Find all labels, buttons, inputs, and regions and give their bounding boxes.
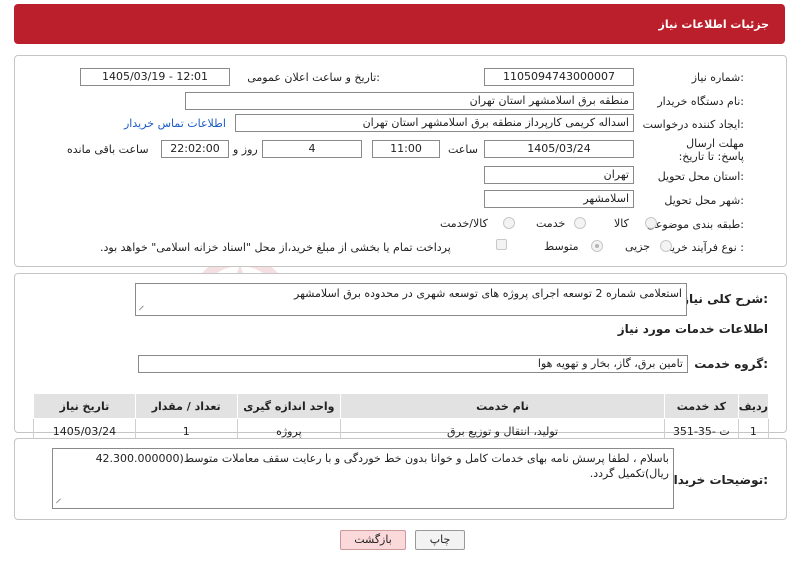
contact-link[interactable]: اطلاعات تماس خریدار bbox=[124, 117, 226, 130]
services-table: ردیف کد خدمت نام خدمت واحد اندازه گیری ت… bbox=[33, 393, 770, 444]
category-radio-goods-service[interactable] bbox=[503, 217, 515, 229]
process-option-minor: جزیی bbox=[625, 240, 651, 253]
days-label: روز و bbox=[233, 143, 258, 156]
announce-field: 1405/03/19 - 12:01 bbox=[80, 68, 230, 86]
remaining-time-field: 22:02:00 bbox=[161, 140, 229, 158]
deadline-date-value: 1405/03/24 bbox=[527, 142, 591, 155]
summary-text: استعلامی شماره 2 توسعه اجرای پروژه های ت… bbox=[294, 287, 682, 300]
announce-value: 1405/03/19 - 12:01 bbox=[101, 70, 209, 83]
category-label: طبقه بندی موضوعی: bbox=[646, 218, 744, 231]
process-option-medium: متوسط bbox=[544, 240, 579, 253]
creator-label: ایجاد کننده درخواست: bbox=[642, 118, 744, 131]
remaining-label: ساعت باقی مانده bbox=[67, 143, 149, 156]
service-group-value: تامین برق، گاز، بخار و تهویه هوا bbox=[537, 357, 683, 370]
service-group-label: گروه خدمت: bbox=[694, 357, 768, 371]
process-radio-minor[interactable] bbox=[660, 240, 672, 252]
header-panel: جزئیات اطلاعات نیاز bbox=[14, 4, 785, 44]
services-section-title: اطلاعات خدمات مورد نیاز bbox=[617, 322, 768, 336]
process-label: نوع فرآیند خرید : bbox=[666, 241, 744, 254]
category-radio-service[interactable] bbox=[574, 217, 586, 229]
buyer-notes-textarea[interactable]: باسلام ، لطفا پرسش نامه بهای خدمات کامل … bbox=[52, 448, 674, 509]
buyer-org-field: منطقه برق اسلامشهر استان تهران bbox=[185, 92, 634, 110]
category-option-service: خدمت bbox=[536, 217, 566, 230]
deadline-time-field: 11:00 bbox=[372, 140, 440, 158]
city-field: اسلامشهر bbox=[484, 190, 634, 208]
buyer-notes-label: توضیحات خریدار: bbox=[666, 473, 768, 487]
need-number-field: 1105094743000007 bbox=[484, 68, 634, 86]
col-row-number: ردیف bbox=[737, 393, 770, 419]
services-table-header: ردیف کد خدمت نام خدمت واحد اندازه گیری ت… bbox=[33, 393, 770, 419]
province-label: استان محل تحویل: bbox=[657, 170, 744, 183]
days-field: 4 bbox=[262, 140, 362, 158]
category-option-goods-service: کالا/خدمت bbox=[440, 217, 488, 230]
print-button[interactable]: چاپ bbox=[415, 530, 465, 550]
creator-value: اسداله کریمی کارپرداز منطقه برق اسلامشهر… bbox=[362, 116, 629, 129]
page-title: جزئیات اطلاعات نیاز bbox=[658, 18, 770, 31]
category-radio-goods[interactable] bbox=[645, 217, 657, 229]
treasury-payment-checkbox[interactable] bbox=[496, 239, 507, 250]
deadline-label: مهلت ارسال پاسخ: تا تاریخ: bbox=[678, 137, 744, 163]
city-label: شهر محل تحویل: bbox=[664, 194, 744, 207]
buyer-org-label: نام دستگاه خریدار: bbox=[657, 95, 744, 108]
buyer-org-value: منطقه برق اسلامشهر استان تهران bbox=[469, 94, 629, 107]
buyer-notes-text: باسلام ، لطفا پرسش نامه بهای خدمات کامل … bbox=[95, 452, 669, 480]
announce-label: تاریخ و ساعت اعلان عمومی: bbox=[247, 71, 380, 84]
col-need-date: تاریخ نیاز bbox=[33, 393, 136, 419]
col-quantity: تعداد / مقدار bbox=[134, 393, 238, 419]
summary-textarea[interactable]: استعلامی شماره 2 توسعه اجرای پروژه های ت… bbox=[135, 283, 687, 316]
back-button[interactable]: بازگشت bbox=[340, 530, 406, 550]
deadline-date-field: 1405/03/24 bbox=[484, 140, 634, 158]
creator-field: اسداله کریمی کارپرداز منطقه برق اسلامشهر… bbox=[235, 114, 634, 132]
col-service-code: کد خدمت bbox=[663, 393, 739, 419]
days-value: 4 bbox=[308, 142, 316, 155]
service-group-field: تامین برق، گاز، بخار و تهویه هوا bbox=[138, 355, 688, 373]
deadline-time-value: 11:00 bbox=[390, 142, 422, 155]
need-number-label: شماره نیاز: bbox=[691, 71, 744, 84]
deadline-time-label: ساعت bbox=[448, 143, 478, 156]
col-unit: واحد اندازه گیری bbox=[236, 393, 342, 419]
need-number-value: 1105094743000007 bbox=[503, 70, 615, 83]
province-field: تهران bbox=[484, 166, 634, 184]
col-service-name: نام خدمت bbox=[340, 393, 665, 419]
process-radio-medium[interactable] bbox=[591, 240, 603, 252]
category-option-goods: کالا bbox=[614, 217, 629, 230]
province-value: تهران bbox=[603, 168, 629, 181]
city-value: اسلامشهر bbox=[583, 192, 629, 205]
remaining-time-value: 22:02:00 bbox=[170, 142, 220, 155]
summary-label: شرح کلی نیاز: bbox=[682, 292, 768, 306]
payment-note: پرداخت تمام یا بخشی از مبلغ خرید،از محل … bbox=[100, 241, 451, 254]
